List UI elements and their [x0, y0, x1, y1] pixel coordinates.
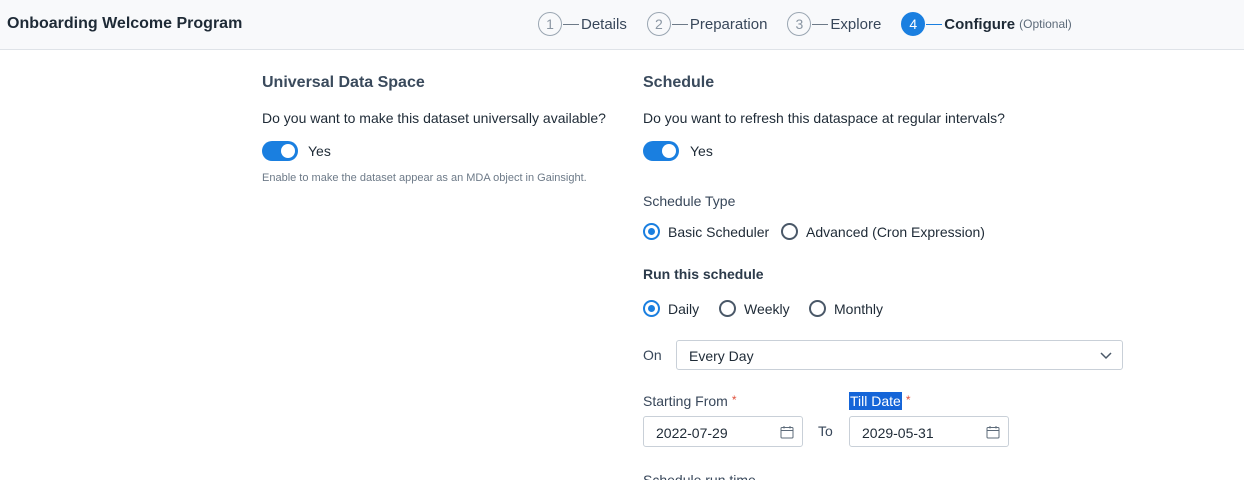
step-connector: [926, 23, 943, 25]
page-title: Onboarding Welcome Program: [7, 15, 243, 32]
required-mark: *: [905, 393, 911, 407]
universal-section-title: Universal Data Space: [262, 74, 425, 91]
step-label-explore: Explore: [830, 15, 882, 33]
radio-daily[interactable]: Daily: [643, 300, 699, 317]
till-date-input[interactable]: 2029-05-31: [849, 416, 1009, 447]
universal-toggle-label: Yes: [308, 143, 331, 159]
to-label: To: [818, 423, 833, 439]
radio-monthly[interactable]: Monthly: [809, 300, 883, 317]
top-header: Onboarding Welcome Program 1 Details 2 P…: [0, 0, 1244, 50]
radio-label: Weekly: [744, 300, 790, 317]
radio-advanced-cron[interactable]: Advanced (Cron Expression): [781, 223, 985, 240]
step-label-preparation: Preparation: [689, 15, 768, 33]
till-date-label: Till Date *: [849, 392, 911, 410]
schedule-toggle[interactable]: [643, 141, 679, 161]
starting-date-input[interactable]: 2022-07-29: [643, 416, 803, 447]
radio-label: Daily: [668, 300, 700, 317]
starting-from-text: Starting From: [643, 393, 728, 409]
step-explore[interactable]: 3 Explore: [787, 11, 881, 37]
schedule-toggle-label: Yes: [690, 143, 713, 159]
chevron-down-icon: [1100, 352, 1112, 360]
on-label: On: [643, 347, 662, 363]
on-day-select[interactable]: Every Day: [676, 340, 1123, 370]
radio-label: Monthly: [834, 300, 884, 317]
date-value: 2022-07-29: [656, 425, 728, 441]
radio-button[interactable]: [719, 300, 736, 317]
radio-button[interactable]: [781, 223, 798, 240]
radio-weekly[interactable]: Weekly: [719, 300, 790, 317]
step-preparation[interactable]: 2 Preparation: [646, 11, 768, 37]
schedule-section-title: Schedule: [643, 74, 715, 91]
date-value: 2029-05-31: [862, 425, 934, 441]
step-connector: [563, 23, 579, 25]
radio-basic-scheduler[interactable]: Basic Scheduler: [643, 223, 769, 240]
step-number-2: 2: [646, 12, 671, 36]
radio-label: Basic Scheduler: [668, 223, 770, 240]
step-label-configure: Configure: [944, 15, 1016, 33]
select-value: Every Day: [689, 348, 754, 364]
calendar-icon[interactable]: [986, 425, 1000, 439]
step-label-details: Details: [581, 15, 627, 33]
step-optional-note: (Optional): [1019, 17, 1072, 31]
step-number-4: 4: [901, 12, 926, 36]
wizard-stepper: 1 Details 2 Preparation 3 Explore 4 Conf…: [538, 11, 1072, 37]
step-configure[interactable]: 4 Configure (Optional): [901, 11, 1072, 37]
radio-label: Advanced (Cron Expression): [806, 223, 985, 240]
step-number-3: 3: [787, 12, 812, 36]
schedule-run-time-label: Schedule run time: [643, 472, 756, 480]
calendar-icon[interactable]: [780, 425, 794, 439]
step-connector: [671, 23, 688, 25]
schedule-question: Do you want to refresh this dataspace at…: [643, 110, 1005, 126]
radio-button[interactable]: [809, 300, 826, 317]
required-mark: *: [731, 393, 737, 407]
step-connector: [812, 23, 829, 25]
step-details[interactable]: 1 Details: [538, 11, 627, 37]
toggle-knob: [281, 144, 295, 158]
radio-button[interactable]: [643, 300, 660, 317]
universal-toggle[interactable]: [262, 141, 298, 161]
run-schedule-label: Run this schedule: [643, 266, 764, 282]
universal-question: Do you want to make this dataset univers…: [262, 110, 606, 126]
starting-from-label: Starting From *: [643, 393, 736, 409]
step-number-1: 1: [538, 12, 562, 36]
universal-hint: Enable to make the dataset appear as an …: [262, 172, 587, 184]
radio-button[interactable]: [643, 223, 660, 240]
toggle-knob: [662, 144, 676, 158]
schedule-type-label: Schedule Type: [643, 193, 736, 209]
till-date-text: Till Date: [849, 392, 902, 410]
